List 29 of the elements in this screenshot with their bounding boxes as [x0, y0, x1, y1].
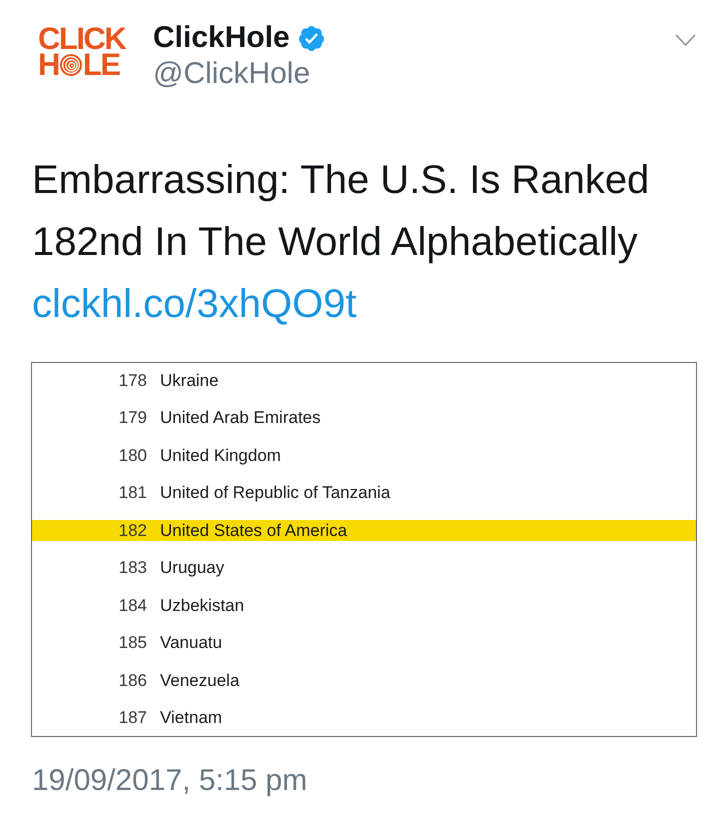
logo-text: LE — [82, 52, 120, 78]
rank-cell-text: 182 — [118, 520, 147, 540]
country-cell-text: United States of America — [160, 520, 348, 540]
logo-text: H — [38, 52, 59, 78]
country-cell-text: United Arab Emirates — [160, 408, 322, 428]
user-handle: @ClickHole — [153, 56, 310, 92]
country-cell-text: Venezuela — [160, 670, 240, 690]
country-cell-text: Uzbekistan — [160, 596, 246, 616]
country-cell-text: Ukraine — [160, 370, 220, 390]
country-cell-text: United Kingdom — [160, 446, 282, 466]
rank-cell-text: 185 — [118, 633, 147, 653]
logo-text: CLICK — [38, 26, 126, 52]
country-cell-text: Vanuatu — [160, 633, 224, 653]
rank-cell-text: 179 — [118, 408, 147, 428]
tweet-text: Embarrassing: The U.S. Is Ranked 182nd In The World Alphabetically — [32, 157, 650, 266]
rank-cell-text: 187 — [118, 708, 147, 728]
rank-cell-text: 186 — [118, 670, 147, 690]
rank-cell-text: 180 — [118, 446, 147, 466]
timestamp: 19/09/2017, 5:15 pm — [31, 762, 308, 798]
display-name[interactable]: ClickHole — [153, 20, 290, 56]
country-cell-text: United of Republic of Tanzania — [160, 483, 392, 503]
country-cell-text: Vietnam — [160, 708, 224, 728]
rank-cell-text: 184 — [118, 596, 147, 616]
chevron-down-icon[interactable] — [675, 34, 696, 46]
country-cell-text: Uruguay — [160, 558, 226, 578]
rank-cell-text: 178 — [118, 370, 147, 390]
rank-cell-text: 181 — [118, 483, 147, 503]
rank-cell-text: 183 — [118, 558, 147, 578]
target-icon — [60, 54, 82, 76]
